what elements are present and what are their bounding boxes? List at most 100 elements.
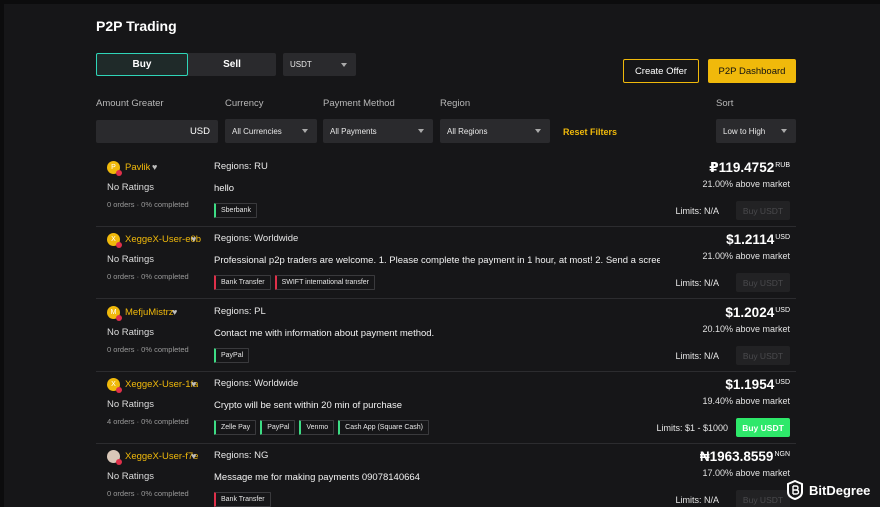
payment-tags: Bank Transfer SWIFT international transfe… bbox=[214, 275, 375, 290]
buy-tab[interactable]: Buy bbox=[96, 53, 188, 76]
price-value: $1.2024 bbox=[725, 305, 775, 320]
status-dot bbox=[116, 170, 122, 176]
amount-label: Amount Greater bbox=[96, 98, 164, 109]
payment-tag: PayPal bbox=[260, 420, 296, 435]
region-select[interactable]: All Regions bbox=[440, 119, 550, 143]
payment-tag: SWIFT international transfer bbox=[274, 275, 375, 290]
chevron-down-icon bbox=[418, 129, 424, 133]
amount-input[interactable]: USD bbox=[96, 120, 218, 143]
payment-tag: Bank Transfer bbox=[214, 275, 271, 290]
heart-icon[interactable]: ♥ bbox=[172, 307, 177, 317]
username-link[interactable]: MefjuMistrz bbox=[125, 307, 174, 318]
chevron-down-icon bbox=[781, 129, 787, 133]
buy-usdt-button[interactable]: Buy USDT bbox=[736, 418, 790, 437]
price-currency: NGN bbox=[774, 451, 790, 458]
price-currency: USD bbox=[775, 234, 790, 241]
offer-message: Crypto will be sent within 20 min of pur… bbox=[214, 400, 402, 411]
offer-message: Contact me with information about paymen… bbox=[214, 328, 435, 339]
username-link[interactable]: XeggeX-User-1fa bbox=[125, 379, 198, 390]
create-offer-button[interactable]: Create Offer bbox=[623, 59, 699, 83]
buy-usdt-button[interactable]: Buy USDT bbox=[736, 490, 790, 507]
orders-text: 4 orders · 0% completed bbox=[107, 417, 189, 426]
username-link[interactable]: Pavlik bbox=[125, 162, 150, 173]
offer-row: M MefjuMistrz ♥ No Ratings 0 orders · 0%… bbox=[96, 300, 796, 372]
above-market-text: 20.10% above market bbox=[702, 324, 790, 334]
app-frame: P2P Trading Buy Sell USDT Create Offer P… bbox=[0, 0, 880, 507]
offer-region: Regions: Worldwide bbox=[214, 378, 299, 389]
limits-text: Limits: N/A bbox=[675, 495, 719, 505]
offer-message: Professional p2p traders are welcome. 1.… bbox=[214, 255, 660, 266]
avatar bbox=[107, 450, 122, 465]
payment-select-value: All Payments bbox=[330, 126, 377, 136]
offer-region: Regions: RU bbox=[214, 161, 268, 172]
avatar: X bbox=[107, 233, 122, 248]
orders-text: 0 orders · 0% completed bbox=[107, 272, 189, 281]
username-link[interactable]: XeggeX-User-e0b bbox=[125, 234, 201, 245]
ratings-text: No Ratings bbox=[107, 471, 154, 482]
buy-usdt-button[interactable]: Buy USDT bbox=[736, 346, 790, 365]
limits-text: Limits: N/A bbox=[675, 278, 719, 288]
region-label: Region bbox=[440, 98, 471, 109]
above-market-text: 21.00% above market bbox=[702, 251, 790, 261]
status-dot bbox=[116, 242, 122, 248]
payment-tags: Bank Transfer bbox=[214, 492, 271, 507]
limits-text: Limits: N/A bbox=[675, 206, 719, 216]
p2p-dashboard-button[interactable]: P2P Dashboard bbox=[708, 59, 796, 83]
chevron-down-icon bbox=[341, 63, 347, 67]
offer-message: hello bbox=[214, 183, 235, 194]
avatar-letter: X bbox=[111, 236, 116, 243]
asset-select[interactable]: USDT bbox=[283, 53, 356, 76]
bitdegree-watermark: BitDegree bbox=[786, 480, 870, 500]
avatar-letter: P bbox=[111, 164, 116, 171]
reset-filters-link[interactable]: Reset Filters bbox=[563, 127, 617, 137]
price-currency: USD bbox=[775, 379, 790, 386]
avatar-letter: X bbox=[111, 381, 116, 388]
offer-row: X XeggeX-User-e0b ♥ No Ratings 0 orders … bbox=[96, 227, 796, 299]
bitdegree-logo-icon bbox=[787, 480, 803, 500]
ratings-text: No Ratings bbox=[107, 399, 154, 410]
status-dot bbox=[116, 459, 122, 465]
avatar: M bbox=[107, 306, 122, 321]
avatar: X bbox=[107, 378, 122, 393]
payment-tag: Cash App (Square Cash) bbox=[338, 420, 429, 435]
payment-select[interactable]: All Payments bbox=[323, 119, 433, 143]
heart-icon[interactable]: ♥ bbox=[191, 451, 196, 461]
payment-tag: PayPal bbox=[214, 348, 250, 363]
amount-currency: USD bbox=[189, 126, 210, 137]
ratings-text: No Ratings bbox=[107, 254, 154, 265]
offer-price: ₽119.4752RUB bbox=[709, 160, 790, 176]
watermark-text: BitDegree bbox=[809, 482, 871, 498]
status-dot bbox=[116, 315, 122, 321]
heart-icon[interactable]: ♥ bbox=[191, 379, 196, 389]
payment-tag: Bank Transfer bbox=[214, 492, 271, 507]
offer-row: X XeggeX-User-1fa ♥ No Ratings 4 orders … bbox=[96, 372, 796, 444]
payment-tag: Venmo bbox=[299, 420, 335, 435]
limits-text: Limits: $1 - $1000 bbox=[656, 423, 728, 433]
limits-text: Limits: N/A bbox=[675, 351, 719, 361]
sort-label: Sort bbox=[716, 98, 734, 109]
sort-select[interactable]: Low to High bbox=[716, 119, 796, 143]
username-link[interactable]: XeggeX-User-f7e bbox=[125, 451, 198, 462]
sell-tab[interactable]: Sell bbox=[188, 53, 276, 76]
payment-tags: Zelle Pay PayPal Venmo Cash App (Square Cas… bbox=[214, 420, 429, 435]
price-value: ₦1963.8559 bbox=[699, 449, 774, 464]
orders-text: 0 orders · 0% completed bbox=[107, 200, 189, 209]
payment-tags: PayPal bbox=[214, 348, 250, 363]
above-market-text: 21.00% above market bbox=[702, 179, 790, 189]
currency-select[interactable]: All Currencies bbox=[225, 119, 317, 143]
offer-region: Regions: NG bbox=[214, 450, 269, 461]
payment-method-label: Payment Method bbox=[323, 98, 395, 109]
heart-icon[interactable]: ♥ bbox=[152, 162, 157, 172]
offer-row: XeggeX-User-f7e ♥ No Ratings 0 orders · … bbox=[96, 444, 796, 507]
buy-usdt-button[interactable]: Buy USDT bbox=[736, 273, 790, 292]
offer-price: $1.2024USD bbox=[725, 305, 790, 320]
heart-icon[interactable]: ♥ bbox=[191, 234, 196, 244]
offer-price: $1.1954USD bbox=[725, 377, 790, 392]
buy-usdt-button[interactable]: Buy USDT bbox=[736, 201, 790, 220]
page-title: P2P Trading bbox=[96, 18, 177, 34]
payment-tag: Zelle Pay bbox=[214, 420, 257, 435]
offer-row: P Pavlik ♥ No Ratings 0 orders · 0% comp… bbox=[96, 155, 796, 227]
avatar-letter: M bbox=[110, 309, 117, 316]
asset-select-value: USDT bbox=[290, 60, 312, 69]
chevron-down-icon bbox=[535, 129, 541, 133]
